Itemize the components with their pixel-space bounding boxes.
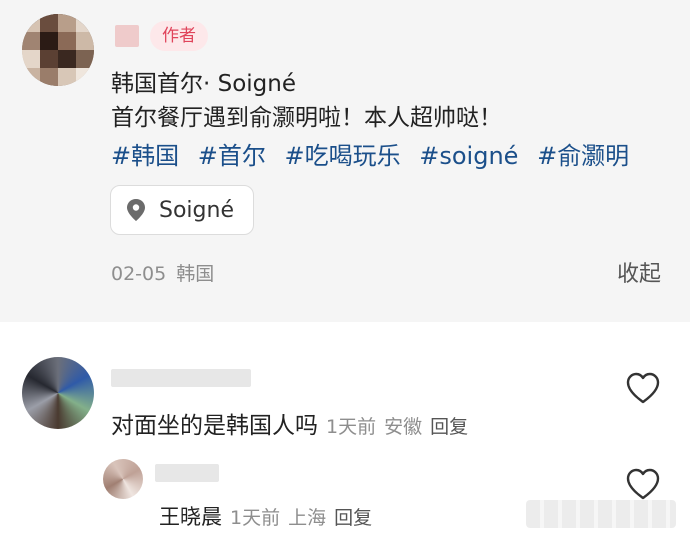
post-title: 韩国首尔· Soigné [111, 71, 297, 97]
location-label: Soigné [159, 197, 234, 223]
reply-text: 王晓晨 [159, 505, 222, 529]
post-region: 韩国 [176, 263, 215, 285]
post-meta: 02-05 韩国 [111, 259, 214, 286]
commenter-name-redacted[interactable] [111, 369, 251, 387]
comment-text: 对面坐的是韩国人吗 [111, 413, 318, 439]
collapse-button[interactable]: 收起 [617, 256, 661, 288]
author-avatar[interactable] [22, 14, 94, 86]
heart-outline-icon [626, 468, 660, 500]
reply-comment: 王晓晨 1天前 上海 回复 [159, 501, 372, 531]
location-pin-icon [127, 199, 145, 221]
heart-outline-icon [626, 372, 660, 404]
watermark [526, 500, 676, 528]
tag-link[interactable]: #俞灏明 [537, 142, 629, 170]
tag-link[interactable]: #soigné [419, 142, 518, 170]
comment-region: 安徽 [384, 416, 423, 438]
reply-button[interactable]: 回复 [430, 416, 468, 438]
post-card: 作者 韩国首尔· Soigné 首尔餐厅遇到俞灏明啦！本人超帅哒！ #韩国 #首… [0, 0, 690, 322]
replier-avatar[interactable] [103, 459, 143, 499]
replier-name-redacted[interactable] [155, 464, 219, 482]
comment: 对面坐的是韩国人吗 1天前 安徽 回复 [111, 406, 468, 440]
location-chip[interactable]: Soigné [110, 185, 254, 235]
author-badge: 作者 [150, 21, 208, 51]
comment-time: 1天前 [326, 416, 377, 438]
commenter-avatar[interactable] [22, 357, 94, 429]
like-button[interactable] [625, 371, 661, 405]
author-name-redacted[interactable] [115, 25, 139, 47]
like-button[interactable] [625, 467, 661, 501]
tag-link[interactable]: #吃喝玩乐 [285, 142, 401, 170]
tag-list: #韩国 #首尔 #吃喝玩乐 #soigné #俞灏明 [111, 136, 640, 171]
post-body: 首尔餐厅遇到俞灏明啦！本人超帅哒！ [111, 105, 502, 131]
reply-region: 上海 [288, 507, 327, 529]
post-date: 02-05 [111, 263, 167, 285]
reply-time: 1天前 [230, 507, 281, 529]
tag-link[interactable]: #首尔 [198, 142, 266, 170]
tag-link[interactable]: #韩国 [111, 142, 179, 170]
reply-button[interactable]: 回复 [334, 507, 372, 529]
